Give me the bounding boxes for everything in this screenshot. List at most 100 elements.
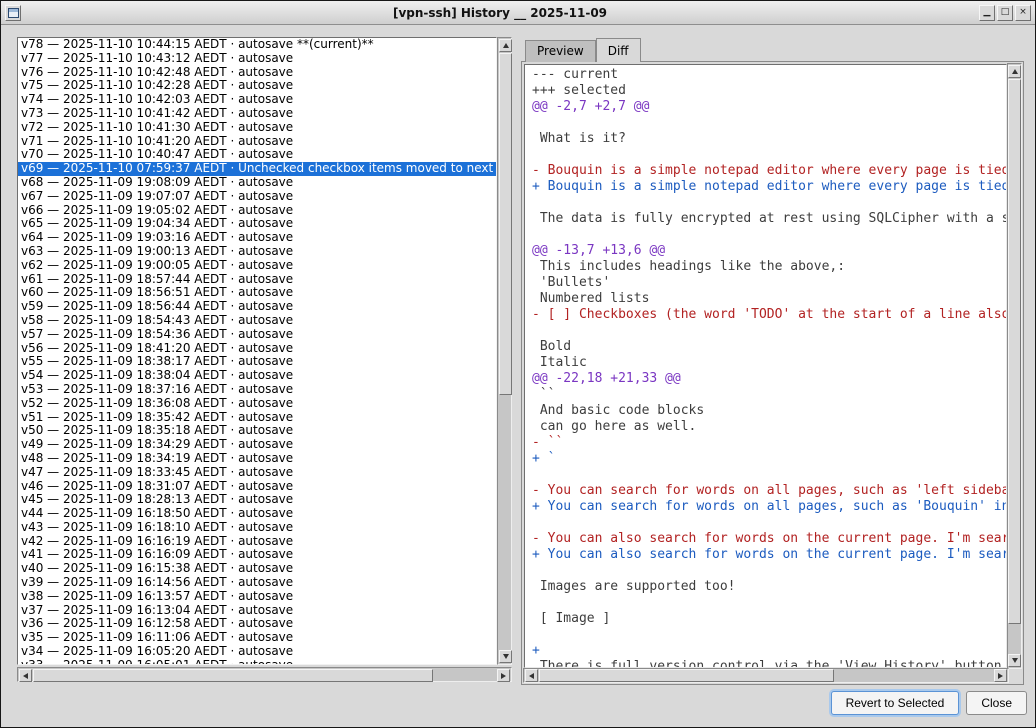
diff-line: `` xyxy=(532,387,1006,403)
window-menu-button[interactable] xyxy=(5,5,21,21)
list-item[interactable]: v69 — 2025-11-10 07:59:37 AEDT · Uncheck… xyxy=(18,162,496,176)
list-item[interactable]: v73 — 2025-11-10 10:41:42 AEDT · autosav… xyxy=(18,107,496,121)
diff-line xyxy=(532,115,1006,131)
scroll-down-arrow[interactable] xyxy=(1008,654,1021,667)
list-item[interactable]: v36 — 2025-11-09 16:12:58 AEDT · autosav… xyxy=(18,617,496,631)
diff-line xyxy=(532,563,1006,579)
diff-line xyxy=(532,227,1006,243)
list-item[interactable]: v55 — 2025-11-09 18:38:17 AEDT · autosav… xyxy=(18,355,496,369)
list-item[interactable]: v42 — 2025-11-09 16:16:19 AEDT · autosav… xyxy=(18,535,496,549)
list-item[interactable]: v46 — 2025-11-09 18:31:07 AEDT · autosav… xyxy=(18,480,496,494)
list-item[interactable]: v45 — 2025-11-09 18:28:13 AEDT · autosav… xyxy=(18,493,496,507)
list-item[interactable]: v52 — 2025-11-09 18:36:08 AEDT · autosav… xyxy=(18,397,496,411)
diff-line: Numbered lists xyxy=(532,291,1006,307)
diff-line: Bold xyxy=(532,339,1006,355)
list-item[interactable]: v43 — 2025-11-09 16:18:10 AEDT · autosav… xyxy=(18,521,496,535)
history-list-vertical-scrollbar[interactable] xyxy=(497,37,512,665)
diff-line: This includes headings like the above,: xyxy=(532,259,1006,275)
list-item[interactable]: v47 — 2025-11-09 18:33:45 AEDT · autosav… xyxy=(18,466,496,480)
arrow-right-icon xyxy=(998,673,1003,679)
diff-line: + xyxy=(532,643,1006,659)
list-item[interactable]: v63 — 2025-11-09 19:00:13 AEDT · autosav… xyxy=(18,245,496,259)
list-item[interactable]: v61 — 2025-11-09 18:57:44 AEDT · autosav… xyxy=(18,273,496,287)
scroll-right-arrow[interactable] xyxy=(497,669,510,682)
scroll-right-arrow[interactable] xyxy=(994,669,1007,682)
list-item[interactable]: v44 — 2025-11-09 16:18:50 AEDT · autosav… xyxy=(18,507,496,521)
list-item[interactable]: v74 — 2025-11-10 10:42:03 AEDT · autosav… xyxy=(18,93,496,107)
list-item[interactable]: v35 — 2025-11-09 16:11:06 AEDT · autosav… xyxy=(18,631,496,645)
arrow-up-icon xyxy=(1012,69,1018,74)
list-item[interactable]: v71 — 2025-11-10 10:41:20 AEDT · autosav… xyxy=(18,135,496,149)
list-item[interactable]: v41 — 2025-11-09 16:16:09 AEDT · autosav… xyxy=(18,548,496,562)
arrow-right-icon xyxy=(501,673,506,679)
scrollbar-thumb[interactable] xyxy=(499,53,512,395)
list-item[interactable]: v53 — 2025-11-09 18:37:16 AEDT · autosav… xyxy=(18,383,496,397)
scrollbar-thumb[interactable] xyxy=(33,669,433,682)
close-button[interactable]: Close xyxy=(966,691,1027,715)
diff-line: - Bouquin is a simple notepad editor whe… xyxy=(532,163,1006,179)
list-item[interactable]: v76 — 2025-11-10 10:42:48 AEDT · autosav… xyxy=(18,66,496,80)
tab-preview[interactable]: Preview xyxy=(525,40,596,62)
list-item[interactable]: v59 — 2025-11-09 18:56:44 AEDT · autosav… xyxy=(18,300,496,314)
revert-to-selected-button[interactable]: Revert to Selected xyxy=(831,691,960,715)
diff-horizontal-scrollbar[interactable] xyxy=(523,668,1009,683)
minimize-icon[interactable]: ▁ xyxy=(979,5,995,21)
list-item[interactable]: v60 — 2025-11-09 18:56:51 AEDT · autosav… xyxy=(18,286,496,300)
arrow-up-icon xyxy=(503,43,509,48)
notebook-tabs: Preview Diff xyxy=(525,38,641,62)
diff-text[interactable]: --- current+++ selected@@ -2,7 +2,7 @@ W… xyxy=(524,64,1007,668)
history-list[interactable]: v78 — 2025-11-10 10:44:15 AEDT · autosav… xyxy=(17,37,497,665)
list-item[interactable]: v77 — 2025-11-10 10:43:12 AEDT · autosav… xyxy=(18,52,496,66)
diff-line: - You can search for words on all pages,… xyxy=(532,483,1006,499)
diff-line: can go here as well. xyxy=(532,419,1006,435)
diff-vertical-scrollbar[interactable] xyxy=(1007,63,1022,669)
list-item[interactable]: v37 — 2025-11-09 16:13:04 AEDT · autosav… xyxy=(18,604,496,618)
scroll-down-arrow[interactable] xyxy=(499,650,512,663)
list-item[interactable]: v34 — 2025-11-09 16:05:20 AEDT · autosav… xyxy=(18,645,496,659)
tab-diff[interactable]: Diff xyxy=(596,38,641,62)
diff-line: + Bouquin is a simple notepad editor whe… xyxy=(532,179,1006,195)
list-item[interactable]: v70 — 2025-11-10 10:40:47 AEDT · autosav… xyxy=(18,148,496,162)
list-item[interactable]: v67 — 2025-11-09 19:07:07 AEDT · autosav… xyxy=(18,190,496,204)
close-icon[interactable]: × xyxy=(1015,5,1031,21)
list-item[interactable]: v66 — 2025-11-09 19:05:02 AEDT · autosav… xyxy=(18,204,496,218)
diff-line: @@ -22,18 +21,33 @@ xyxy=(532,371,1006,387)
list-item[interactable]: v65 — 2025-11-09 19:04:34 AEDT · autosav… xyxy=(18,217,496,231)
list-item[interactable]: v62 — 2025-11-09 19:00:05 AEDT · autosav… xyxy=(18,259,496,273)
maximize-icon[interactable]: □ xyxy=(997,5,1013,21)
list-item[interactable]: v54 — 2025-11-09 18:38:04 AEDT · autosav… xyxy=(18,369,496,383)
notebook-pane: --- current+++ selected@@ -2,7 +2,7 @@ W… xyxy=(521,61,1024,685)
main-area: v78 — 2025-11-10 10:44:15 AEDT · autosav… xyxy=(1,25,1035,727)
scrollbar-thumb[interactable] xyxy=(1008,79,1021,624)
scroll-left-arrow[interactable] xyxy=(19,669,32,682)
diff-line: What is it? xyxy=(532,131,1006,147)
list-item[interactable]: v64 — 2025-11-09 19:03:16 AEDT · autosav… xyxy=(18,231,496,245)
list-item[interactable]: v51 — 2025-11-09 18:35:42 AEDT · autosav… xyxy=(18,411,496,425)
list-item[interactable]: v40 — 2025-11-09 16:15:38 AEDT · autosav… xyxy=(18,562,496,576)
list-item[interactable]: v72 — 2025-11-10 10:41:30 AEDT · autosav… xyxy=(18,121,496,135)
scroll-up-arrow[interactable] xyxy=(1008,65,1021,78)
scroll-up-arrow[interactable] xyxy=(499,39,512,52)
titlebar: [vpn-ssh] History __ 2025-11-09 ▁ □ × xyxy=(1,1,1035,25)
arrow-down-icon xyxy=(503,654,509,659)
list-item[interactable]: v78 — 2025-11-10 10:44:15 AEDT · autosav… xyxy=(18,38,496,52)
diff-line: --- current xyxy=(532,67,1006,83)
list-item[interactable]: v68 — 2025-11-09 19:08:09 AEDT · autosav… xyxy=(18,176,496,190)
diff-line: There is full version control via the 'V… xyxy=(532,659,1006,668)
history-list-horizontal-scrollbar[interactable] xyxy=(17,667,512,682)
list-item[interactable]: v48 — 2025-11-09 18:34:19 AEDT · autosav… xyxy=(18,452,496,466)
list-item[interactable]: v58 — 2025-11-09 18:54:43 AEDT · autosav… xyxy=(18,314,496,328)
list-item[interactable]: v39 — 2025-11-09 16:14:56 AEDT · autosav… xyxy=(18,576,496,590)
arrow-left-icon xyxy=(23,673,28,679)
list-item[interactable]: v75 — 2025-11-10 10:42:28 AEDT · autosav… xyxy=(18,79,496,93)
list-item[interactable]: v50 — 2025-11-09 18:35:18 AEDT · autosav… xyxy=(18,424,496,438)
list-item[interactable]: v33 — 2025-11-09 16:05:01 AEDT · autosav… xyxy=(18,659,496,665)
list-item[interactable]: v49 — 2025-11-09 18:34:29 AEDT · autosav… xyxy=(18,438,496,452)
list-item[interactable]: v56 — 2025-11-09 18:41:20 AEDT · autosav… xyxy=(18,342,496,356)
scroll-left-arrow[interactable] xyxy=(525,669,538,682)
list-item[interactable]: v57 — 2025-11-09 18:54:36 AEDT · autosav… xyxy=(18,328,496,342)
diff-line xyxy=(532,323,1006,339)
scrollbar-thumb[interactable] xyxy=(539,669,834,682)
diff-line: - You can also search for words on the c… xyxy=(532,531,1006,547)
list-item[interactable]: v38 — 2025-11-09 16:13:57 AEDT · autosav… xyxy=(18,590,496,604)
